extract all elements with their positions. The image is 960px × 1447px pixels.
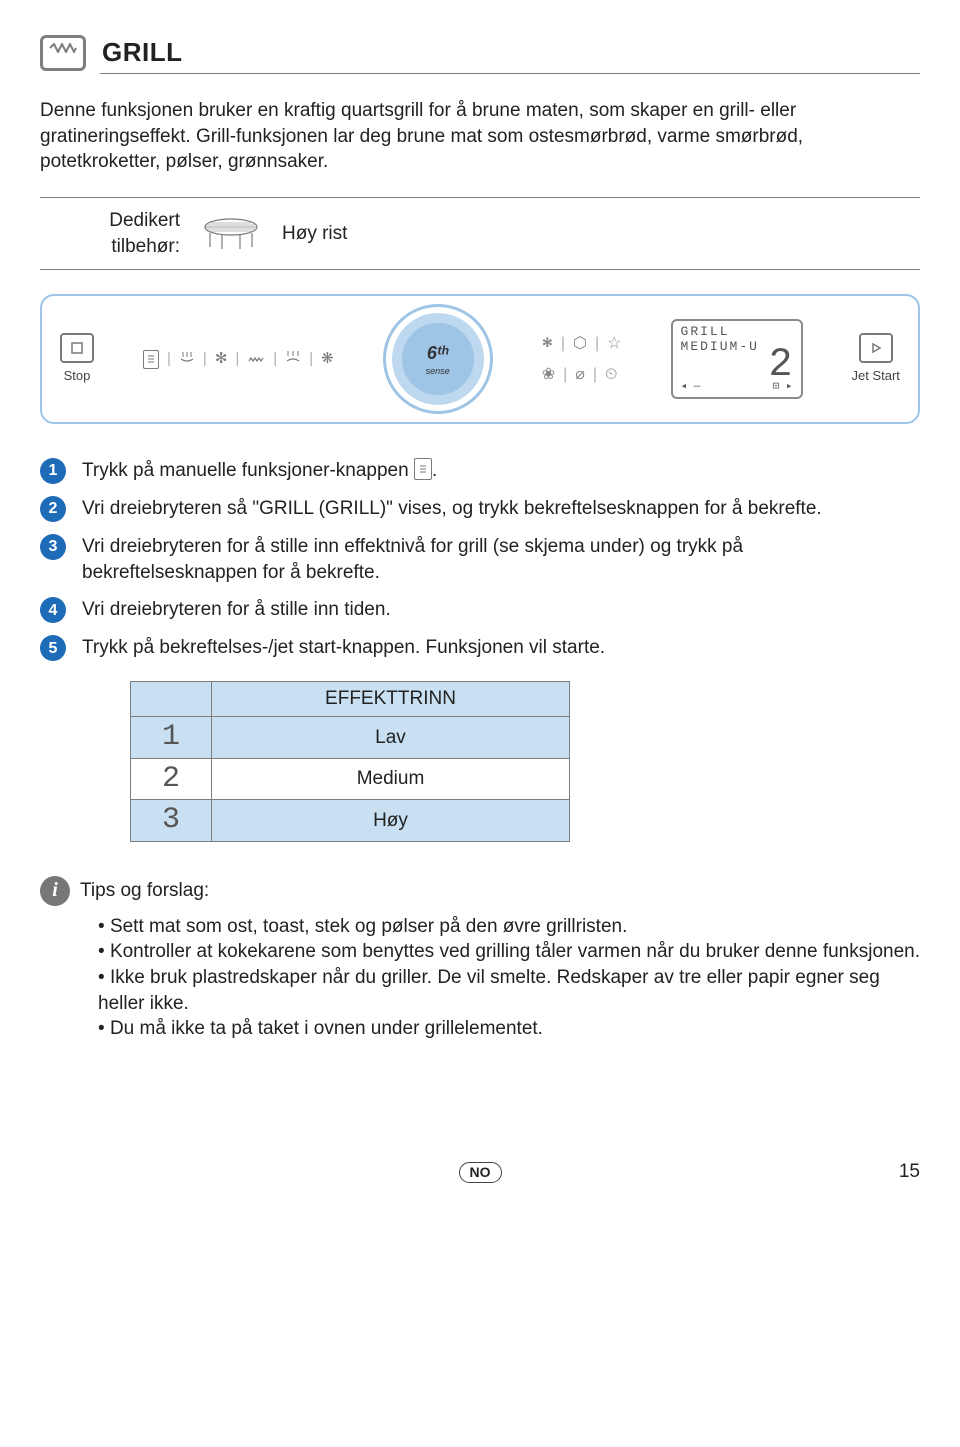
accessory-label: Dedikert tilbehør: [40, 208, 180, 259]
level-number: 1 [131, 717, 212, 759]
step-2: 2 Vri dreiebryteren så "GRILL (GRILL)" v… [40, 496, 920, 522]
jet-start-label: Jet Start [852, 367, 900, 385]
dial-brand-bottom: sense [426, 365, 450, 377]
stop-button-group: Stop [60, 333, 94, 385]
timer-icon: ⏲ [605, 364, 617, 386]
grill-heat-icon [247, 349, 265, 369]
leaf-icon: ⌀ [575, 364, 585, 386]
tips-title: Tips og forslag: [80, 878, 209, 904]
level-number: 3 [131, 800, 212, 842]
table-header: EFFEKTTRINN [212, 682, 570, 717]
page-header: GRILL [40, 35, 920, 71]
stop-button[interactable] [60, 333, 94, 363]
level-label: Lav [212, 717, 570, 759]
step-text: Vri dreiebryteren for å stille inn tiden… [82, 597, 920, 623]
table-row: 3 Høy [131, 800, 570, 842]
manual-functions-icon [414, 458, 432, 480]
manual-functions-row: | | ✻ | | | ❋ [143, 349, 334, 369]
display-line1: GRILL [681, 325, 793, 339]
display-value: 2 [769, 348, 793, 384]
convection-icon [179, 349, 195, 369]
page-number: 15 [899, 1159, 920, 1185]
page-footer: NO 15 [40, 1162, 920, 1183]
display-nav-hints: ◂ —⊡ ▸ [681, 380, 793, 395]
step-badge: 2 [40, 496, 66, 522]
step-badge: 3 [40, 534, 66, 560]
accessory-value: Høy rist [282, 221, 347, 247]
category-icons: 🞷| ⬡| ☆ ❀| ⌀| ⏲ [542, 333, 622, 386]
step-5: 5 Trykk på bekreftelses-/jet start-knapp… [40, 635, 920, 661]
stop-label: Stop [64, 367, 91, 385]
tips-header: i Tips og forslag: [40, 876, 920, 906]
dial-brand-top: 6ᵗʰ [427, 341, 449, 365]
list-item: Sett mat som ost, toast, stek og pølser … [98, 914, 920, 940]
step-text: Trykk på manuelle funksjoner-knappen . [82, 458, 920, 484]
rack-icon [202, 217, 260, 251]
table-header-empty [131, 682, 212, 717]
list-item: Du må ikke ta på taket i ovnen under gri… [98, 1016, 920, 1042]
step-badge: 1 [40, 458, 66, 484]
control-panel: Stop | | ✻ | | | ❋ 6ᵗʰ sense 🞷| ⬡| ☆ [40, 294, 920, 424]
table-row: 1 Lav [131, 717, 570, 759]
rotary-dial[interactable]: 6ᵗʰ sense [383, 304, 493, 414]
lcd-display: GRILL MEDIUM-U 2 ◂ —⊡ ▸ [671, 319, 803, 398]
table-row: 2 Medium [131, 758, 570, 800]
level-number: 2 [131, 758, 212, 800]
star-icon: ☆ [607, 333, 621, 355]
level-label: Medium [212, 758, 570, 800]
grill-mode-icon [40, 35, 86, 71]
list-item: Ikke bruk plastredskaper når du griller.… [98, 965, 920, 1016]
page-title: GRILL [102, 35, 183, 70]
step-badge: 5 [40, 635, 66, 661]
jet-start-button[interactable] [859, 333, 893, 363]
list-item: Kontroller at kokekarene som benyttes ve… [98, 939, 920, 965]
steps-list: 1 Trykk på manuelle funksjoner-knappen .… [40, 458, 920, 661]
grill-element-icon [49, 43, 77, 53]
fan-icon: ❋ [321, 349, 334, 369]
accessory-section: Dedikert tilbehør: Høy rist [40, 197, 920, 270]
bread-icon: 🞷 [542, 333, 553, 355]
intro-paragraph: Denne funksjonen bruker en kraftig quart… [40, 98, 920, 175]
chef-hat-icon: ⬡ [573, 333, 587, 355]
info-icon: i [40, 876, 70, 906]
snowflake-icon: ✻ [215, 349, 228, 369]
fish-icon: ❀ [542, 364, 555, 386]
fan-heat-icon [285, 349, 301, 369]
step-1: 1 Trykk på manuelle funksjoner-knappen . [40, 458, 920, 484]
level-label: Høy [212, 800, 570, 842]
step-text: Trykk på bekreftelses-/jet start-knappen… [82, 635, 920, 661]
language-pill: NO [459, 1162, 502, 1183]
step-4: 4 Vri dreiebryteren for å stille inn tid… [40, 597, 920, 623]
step-text: Vri dreiebryteren så "GRILL (GRILL)" vis… [82, 496, 920, 522]
step-text: Vri dreiebryteren for å stille inn effek… [82, 534, 920, 585]
title-rule [100, 73, 920, 74]
dial-center: 6ᵗʰ sense [392, 313, 484, 405]
step-badge: 4 [40, 597, 66, 623]
jet-start-group: Jet Start [852, 333, 900, 385]
step-3: 3 Vri dreiebryteren for å stille inn eff… [40, 534, 920, 585]
tips-list: Sett mat som ost, toast, stek og pølser … [40, 914, 920, 1042]
power-level-table: EFFEKTTRINN 1 Lav 2 Medium 3 Høy [130, 681, 570, 841]
manual-functions-icon[interactable] [143, 350, 159, 369]
